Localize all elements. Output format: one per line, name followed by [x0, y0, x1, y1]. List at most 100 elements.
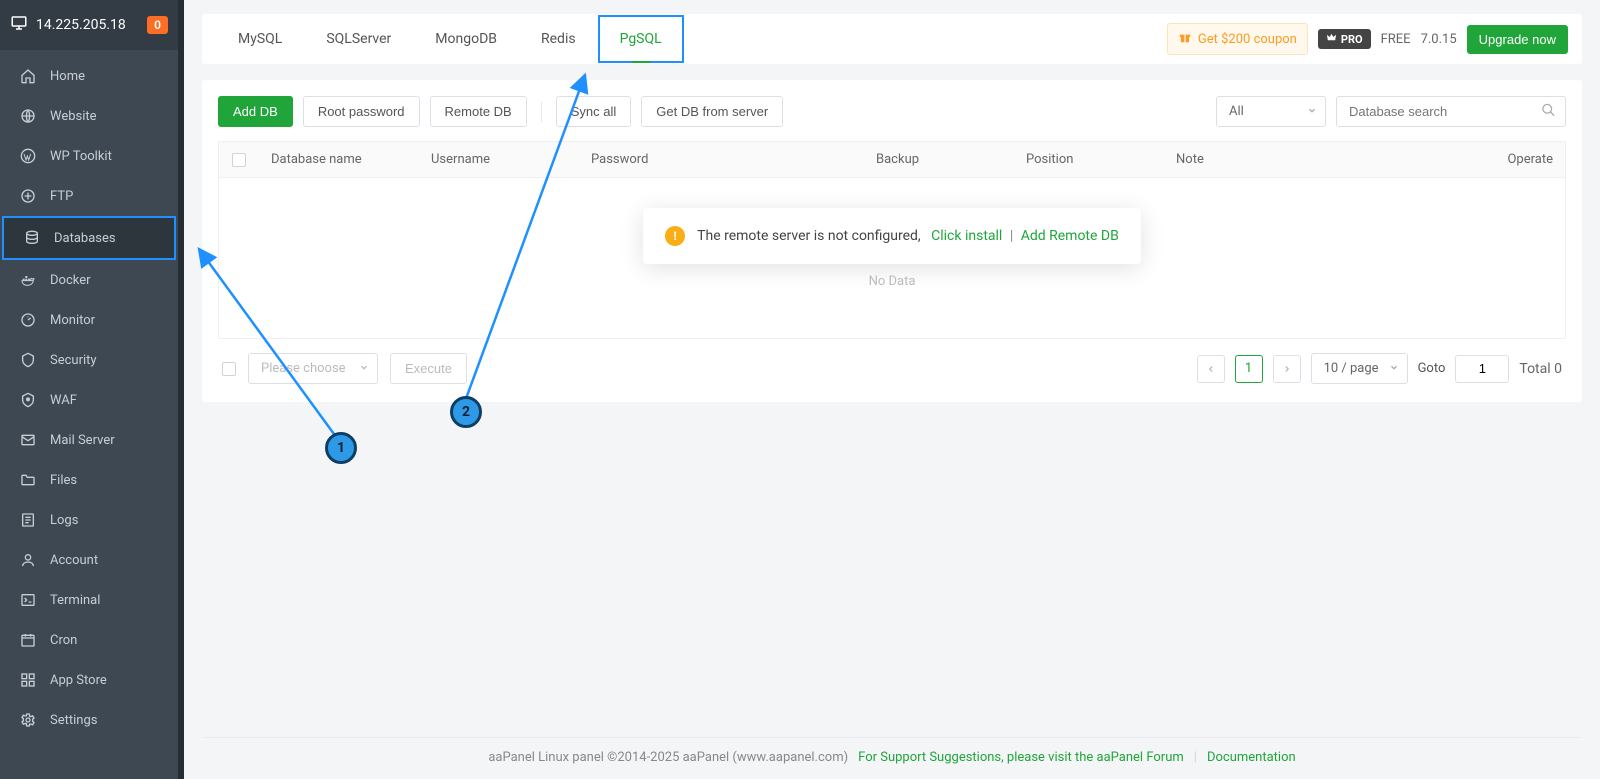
sidebar-item-label: Security	[50, 353, 97, 368]
license-free: FREE	[1381, 32, 1411, 47]
coupon-link[interactable]: Get $200 coupon	[1167, 23, 1308, 55]
col-username[interactable]: Username	[419, 142, 579, 177]
wp-icon	[20, 148, 36, 164]
files-icon	[20, 472, 36, 488]
tab-redis[interactable]: Redis	[519, 15, 598, 63]
table-body: ! The remote server is not configured, C…	[219, 178, 1565, 338]
monitor-icon	[20, 312, 36, 328]
sidebar-item-waf[interactable]: WAF	[0, 380, 178, 420]
appstore-icon	[20, 672, 36, 688]
tab-pgsql[interactable]: PgSQL	[598, 15, 684, 63]
alert-badge[interactable]: 0	[147, 16, 168, 34]
bulk-action-select[interactable]: Please choose	[248, 353, 378, 384]
tab-sqlserver[interactable]: SQLServer	[304, 15, 413, 63]
sidebar-item-website[interactable]: Website	[0, 96, 178, 136]
sidebar-item-label: Files	[50, 473, 77, 488]
separator: |	[1010, 228, 1013, 244]
sidebar-item-label: Account	[50, 553, 98, 568]
tab-mongodb[interactable]: MongoDB	[413, 15, 519, 63]
filter-select[interactable]: All	[1216, 96, 1326, 127]
notice-text: The remote server is not configured,	[697, 228, 921, 244]
next-page-button[interactable]	[1273, 355, 1301, 383]
sidebar-item-wp-toolkit[interactable]: WP Toolkit	[0, 136, 178, 176]
upgrade-button[interactable]: Upgrade now	[1467, 25, 1568, 54]
header-checkbox-cell	[219, 142, 259, 177]
add-remote-db-link[interactable]: Add Remote DB	[1021, 228, 1119, 244]
docker-icon	[20, 272, 36, 288]
ftp-icon	[20, 188, 36, 204]
warning-icon: !	[665, 226, 685, 246]
footer-select-all-checkbox[interactable]	[222, 362, 236, 376]
security-icon	[20, 352, 36, 368]
logs-icon	[20, 512, 36, 528]
toolbar: Add DB Root password Remote DB Sync all …	[218, 96, 1566, 127]
sidebar-menu: Home Website WP ToolkitFTP Databases Docker M…	[0, 50, 178, 779]
col-password[interactable]: Password	[579, 142, 864, 177]
version-label[interactable]: 7.0.15	[1421, 32, 1457, 47]
tabs-bar: MySQLSQLServerMongoDBRedisPgSQL Get $200…	[202, 14, 1582, 64]
sidebar-item-label: Docker	[50, 273, 91, 288]
sidebar-item-ftp[interactable]: FTP	[0, 176, 178, 216]
filter-select-value: All	[1229, 104, 1244, 119]
page-1-button[interactable]: 1	[1235, 355, 1263, 383]
content-card: Add DB Root password Remote DB Sync all …	[202, 80, 1582, 402]
tab-mysql[interactable]: MySQL	[216, 15, 304, 63]
col-database-name[interactable]: Database name	[259, 142, 419, 177]
col-position[interactable]: Position	[1014, 142, 1164, 177]
crown-icon	[1326, 32, 1337, 46]
footer-divider: |	[1194, 750, 1197, 765]
goto-label: Goto	[1418, 361, 1446, 376]
database-table: Database name Username Password Backup P…	[218, 141, 1566, 339]
website-icon	[20, 108, 36, 124]
execute-button[interactable]: Execute	[390, 353, 467, 384]
sidebar-item-home[interactable]: Home	[0, 56, 178, 96]
prev-page-button[interactable]	[1197, 355, 1225, 383]
sidebar-item-label: Databases	[54, 231, 116, 246]
sidebar-item-app-store[interactable]: App Store	[0, 660, 178, 700]
mail-icon	[20, 432, 36, 448]
sidebar-item-docker[interactable]: Docker	[0, 260, 178, 300]
sidebar-item-security[interactable]: Security	[0, 340, 178, 380]
sidebar-item-settings[interactable]: Settings	[0, 700, 178, 740]
select-all-checkbox[interactable]	[232, 153, 246, 167]
click-install-link[interactable]: Click install	[931, 228, 1002, 244]
toolbar-divider	[541, 102, 542, 122]
pro-badge[interactable]: PRO	[1318, 29, 1371, 49]
sidebar-item-label: WAF	[50, 393, 77, 408]
search-input[interactable]	[1336, 96, 1566, 127]
add-db-button[interactable]: Add DB	[218, 96, 293, 127]
goto-input[interactable]	[1455, 355, 1509, 383]
sidebar-item-label: Logs	[50, 513, 78, 528]
chevron-down-icon	[1389, 361, 1399, 376]
tabs-bar-right: Get $200 coupon PRO FREE 7.0.15 Upgrade …	[1167, 23, 1568, 55]
account-icon	[20, 552, 36, 568]
col-backup[interactable]: Backup	[864, 142, 1014, 177]
sidebar-item-label: Website	[50, 109, 97, 124]
sidebar-item-cron[interactable]: Cron	[0, 620, 178, 660]
remote-not-configured-notice: ! The remote server is not configured, C…	[643, 208, 1141, 264]
sidebar-item-account[interactable]: Account	[0, 540, 178, 580]
get-db-from-server-button[interactable]: Get DB from server	[641, 96, 783, 127]
total-label: Total 0	[1519, 361, 1562, 377]
sidebar-item-monitor[interactable]: Monitor	[0, 300, 178, 340]
sidebar-item-databases[interactable]: Databases	[2, 216, 176, 260]
server-ip[interactable]: 14.225.205.18	[36, 17, 126, 33]
root-password-button[interactable]: Root password	[303, 96, 420, 127]
support-link[interactable]: For Support Suggestions, please visit th…	[858, 750, 1184, 765]
sidebar-item-mail-server[interactable]: Mail Server	[0, 420, 178, 460]
sidebar-item-label: App Store	[50, 673, 107, 688]
sidebar-item-terminal[interactable]: Terminal	[0, 580, 178, 620]
sidebar-item-files[interactable]: Files	[0, 460, 178, 500]
sync-all-button[interactable]: Sync all	[556, 96, 632, 127]
remote-db-button[interactable]: Remote DB	[430, 96, 527, 127]
documentation-link[interactable]: Documentation	[1207, 750, 1296, 765]
chevron-down-icon	[359, 361, 369, 376]
sidebar-item-logs[interactable]: Logs	[0, 500, 178, 540]
col-operate: Operate	[1475, 142, 1565, 177]
terminal-icon	[20, 592, 36, 608]
table-footer: Please choose Execute 1 10 / page	[218, 339, 1566, 386]
col-note[interactable]: Note	[1164, 142, 1475, 177]
page-size-select[interactable]: 10 / page	[1311, 353, 1408, 384]
copyright: aaPanel Linux panel ©2014-2025 aaPanel (…	[488, 750, 848, 765]
search-icon[interactable]	[1541, 102, 1556, 121]
